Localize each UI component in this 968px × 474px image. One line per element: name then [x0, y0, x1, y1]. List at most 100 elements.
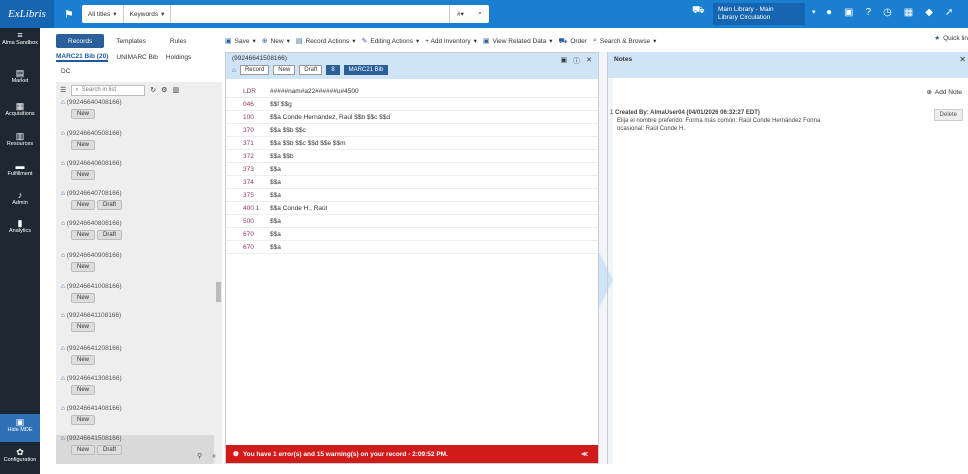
error-icon: ❶	[233, 451, 239, 458]
user-icon[interactable]: ●	[826, 7, 832, 18]
list-item[interactable]: ⌂ (99246641208166) New	[56, 345, 214, 365]
marc-field[interactable]: LDR #####nam#a22######u#4500	[226, 86, 598, 98]
list-item[interactable]: ⌂ (99246641108166) New	[56, 312, 214, 332]
search-scope-dropdown[interactable]: All titles ▾	[82, 5, 124, 23]
marc-field[interactable]: 400 1 $$a Conde H., Raúl	[226, 203, 598, 215]
draft-tag: Draft	[299, 65, 323, 75]
list-item[interactable]: ⌂ (99246640808166) New Draft	[56, 220, 214, 240]
order-button[interactable]: ⛟ Order	[559, 37, 587, 46]
nav-configuration[interactable]: ✿ Configuration	[0, 447, 40, 464]
help-icon[interactable]: ?	[866, 7, 872, 18]
subtab-marc21-bib[interactable]: MARC21 Bib (20)	[56, 53, 109, 62]
marc-field[interactable]: 370 $$a $$b $$c	[226, 125, 598, 137]
delete-note-button[interactable]: Delete	[933, 109, 963, 121]
record-actions-button[interactable]: ▤ Record Actions ▾	[296, 37, 356, 46]
filter-icon[interactable]: ⚙	[161, 86, 167, 94]
notes-panel: Notes ✕ ⊕ Add Note 1 Created By: AlmaUser…	[607, 52, 968, 464]
marc-field[interactable]: 371 $$a $$b $$c $$d $$e $$m	[226, 138, 598, 150]
marc-field[interactable]: 670 $$a	[226, 242, 598, 254]
nav-resources[interactable]: ▥ Resources	[0, 131, 40, 148]
pin-icon[interactable]: ⚲	[197, 452, 202, 460]
home-icon: ⌂	[61, 435, 65, 442]
note-item: 1 Created By: AlmaUser04 (04/01/2026 06:…	[610, 109, 968, 133]
list-item[interactable]: ⌂ (99246640608166) New	[56, 160, 214, 180]
close-icon[interactable]: ✕	[959, 55, 966, 64]
home-icon: ⌂	[61, 220, 65, 227]
nav-market[interactable]: ▤ Market	[0, 68, 40, 85]
exlibris-logo[interactable]: ExLibris	[0, 0, 54, 28]
list-item[interactable]: ⌂ (99246640408166) New	[56, 99, 214, 119]
marc-field[interactable]: 374 $$a	[226, 177, 598, 189]
new-tag: New	[273, 65, 296, 75]
tab-records[interactable]: Records	[56, 34, 105, 48]
chevron-down-icon[interactable]: ▾	[812, 8, 816, 16]
collapse-icon[interactable]: «	[212, 453, 216, 460]
marc-field[interactable]: 046 $$f $$g	[226, 99, 598, 111]
editing-actions-button[interactable]: ✎ Editing Actions ▾	[361, 37, 419, 46]
chevron-up-icon[interactable]: ≪	[581, 450, 588, 458]
marc-field[interactable]: 670 $$a	[226, 229, 598, 241]
tab-rules[interactable]: Rules	[158, 34, 199, 48]
add-note-button[interactable]: ⊕ Add Note	[926, 88, 962, 97]
notes-title: Notes	[608, 52, 968, 78]
home-icon: ⌂	[61, 375, 65, 382]
save-button[interactable]: ▣ Save ▾	[225, 37, 256, 46]
list-item[interactable]: ⌂ (99246641008166) New	[56, 283, 214, 303]
layout-icon[interactable]: ▥	[172, 86, 179, 94]
share-icon[interactable]: ➚	[945, 7, 953, 18]
marc-field[interactable]: 500 $$a	[226, 216, 598, 228]
save-icon[interactable]: ▣	[561, 56, 568, 66]
left-navigation: ≡ Alma Sandbox ▤ Market ▦ Acquisitions ▥ Res…	[0, 28, 40, 474]
cart-icon[interactable]: ⛟	[692, 5, 705, 18]
list-item[interactable]: ⌂ (99246640908166) New	[56, 252, 214, 272]
search-icon: ⌕	[592, 37, 597, 44]
history-icon[interactable]: ◷	[883, 7, 892, 18]
task-icon[interactable]: ▣	[844, 7, 853, 18]
hash-icon[interactable]: #▾	[457, 10, 464, 18]
search-browse-button[interactable]: ⌕ Search & Browse ▾	[593, 37, 656, 45]
subtab-unimarc-bib[interactable]: UNIMARC Bib	[116, 54, 158, 61]
list-item[interactable]: ⌂ (99246641308166) New	[56, 375, 214, 395]
search-icon[interactable]: ⌕	[478, 10, 482, 18]
nav-alma-sandbox[interactable]: ≡ Alma Sandbox	[0, 30, 40, 47]
marc-field[interactable]: 100 $$a Conde Hernández, Raúl $$b $$c $$d	[226, 112, 598, 124]
add-inventory-button[interactable]: + Add Inventory ▾	[425, 37, 477, 46]
nav-analytics[interactable]: ▮ Analytics	[0, 218, 40, 235]
nav-admin[interactable]: ♪ Admin	[0, 190, 40, 207]
library-selector[interactable]: Main Library - Main Library Circulation	[713, 3, 805, 25]
search-bar[interactable]: All titles ▾ Keywords ▾ #▾ ⌕	[81, 5, 489, 23]
home-icon: ⌂	[61, 99, 65, 106]
count-badge[interactable]: 8	[326, 65, 340, 75]
view-related-data-button[interactable]: ▣ View Related Data ▾	[482, 37, 553, 46]
apps-icon[interactable]: ▦	[904, 7, 913, 18]
nav-fulfillment[interactable]: ▬ Fulfillment	[0, 161, 40, 178]
marc21-bib-tag: MARC21 Bib	[343, 65, 389, 75]
marc-field[interactable]: 372 $$a $$b	[226, 151, 598, 163]
home-icon: ⌂	[61, 190, 65, 197]
refresh-icon[interactable]: ↻	[150, 86, 156, 94]
list-scrollbar[interactable]	[216, 282, 221, 302]
bell-icon[interactable]: ◆	[925, 7, 933, 18]
error-bar[interactable]: ❶ You have 1 error(s) and 15 warning(s) …	[226, 445, 598, 463]
new-button[interactable]: ⊕ New ▾	[262, 37, 290, 46]
tab-templates[interactable]: Templates	[104, 34, 158, 48]
info-icon[interactable]: ⓘ	[573, 56, 580, 66]
list-menu-icon[interactable]: ☰	[60, 86, 66, 94]
marc-field[interactable]: 373 $$a	[226, 164, 598, 176]
view-icon: ▣	[482, 38, 490, 45]
nav-acquisitions[interactable]: ▦ Acquisitions	[0, 101, 40, 118]
search-list-input[interactable]: ⌕ Search in list	[71, 84, 146, 96]
editor-header: (99246641508166) ⌂ Record New Draft 8 MA…	[226, 53, 598, 79]
list-item[interactable]: ⌂ (99246641408166) New	[56, 405, 214, 425]
subtab-holdings[interactable]: Holdings	[166, 54, 191, 61]
plus-circle-icon: ⊕	[926, 89, 932, 96]
nav-hide-mde[interactable]: ▣ Hide MDE	[0, 414, 40, 442]
list-item[interactable]: ⌂ (99246640708166) New Draft	[56, 190, 214, 210]
marc-field[interactable]: 375 $$a	[226, 190, 598, 202]
menu-icon[interactable]: ⚑	[64, 8, 74, 21]
search-field-dropdown[interactable]: Keywords ▾	[124, 5, 172, 23]
dc-label[interactable]: DC	[56, 65, 222, 77]
list-item[interactable]: ⌂ (99246640508166) New	[56, 130, 214, 150]
quick-links-button[interactable]: ★ Quick lin	[934, 34, 968, 43]
close-icon[interactable]: ✕	[586, 56, 592, 66]
